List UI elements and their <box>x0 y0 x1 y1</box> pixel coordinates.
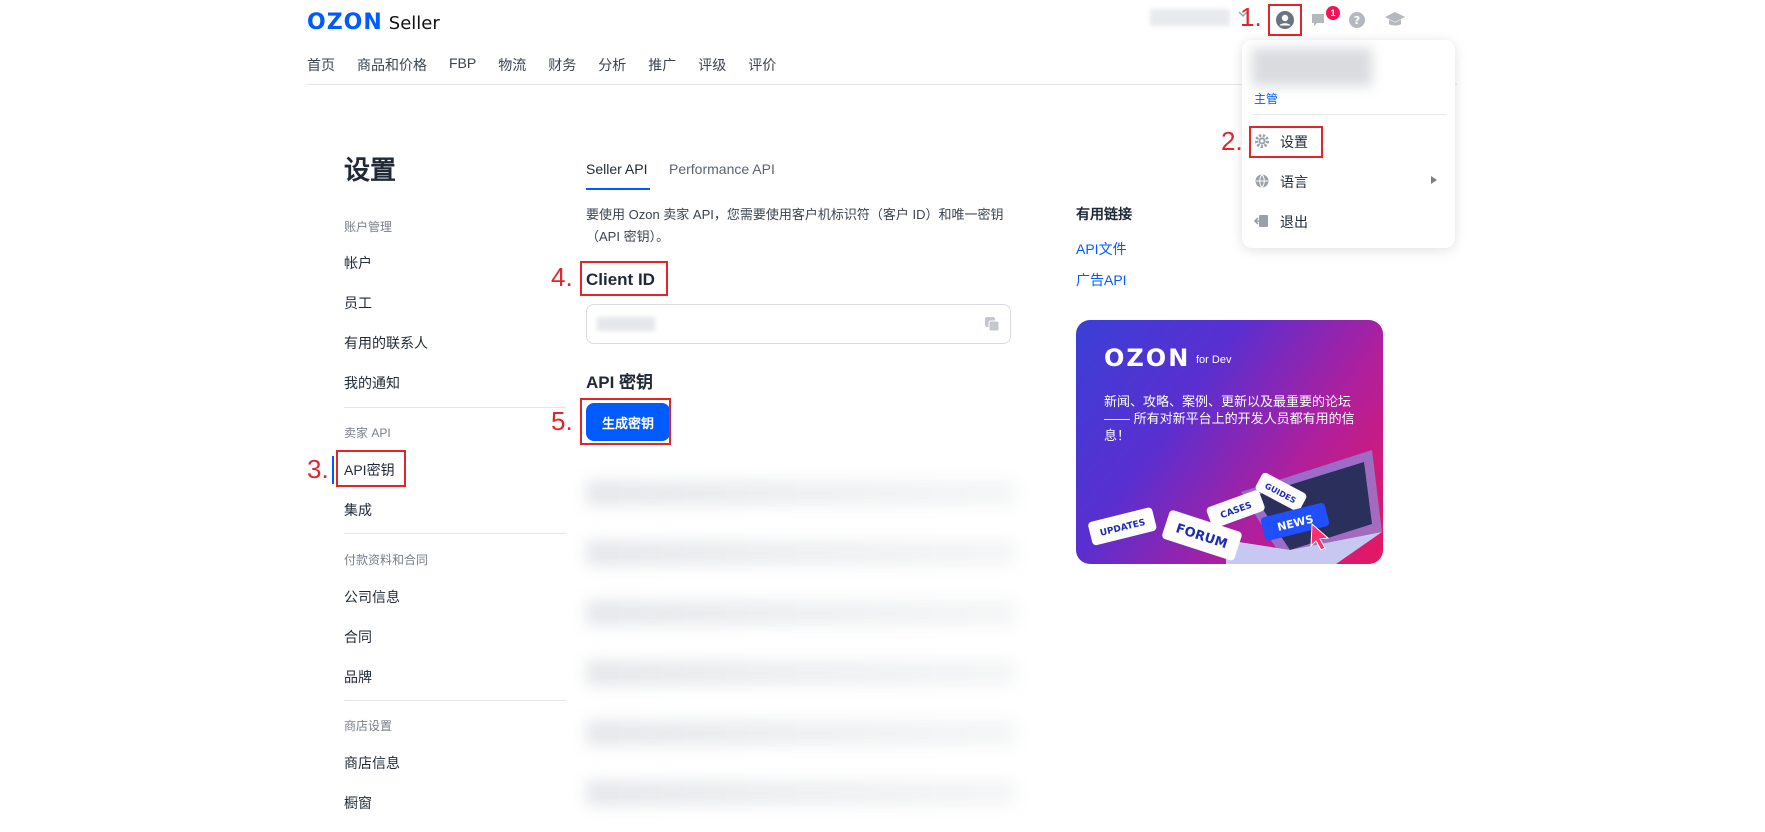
annotation-number-3: 3. <box>307 454 329 484</box>
blurred-key-row <box>586 540 1016 566</box>
blurred-key-row <box>586 600 1016 626</box>
annotation-box-1 <box>1268 4 1302 36</box>
sidebar-group-store: 商店设置 <box>344 719 393 733</box>
annotation-number-5: 5. <box>551 406 573 436</box>
logo-brand: OZON <box>307 10 383 35</box>
nav-promotion[interactable]: 推广 <box>648 55 676 75</box>
sidebar-divider <box>344 700 566 701</box>
menu-item-logout-label: 退出 <box>1280 214 1308 230</box>
sidebar-item-store-info[interactable]: 商店信息 <box>344 753 400 773</box>
annotation-box-2 <box>1249 126 1323 158</box>
tab-active-underline <box>586 188 650 190</box>
sidebar-group-seller-api: 卖家 API <box>344 426 391 440</box>
account-name-blurred[interactable] <box>1150 9 1230 26</box>
copy-icon[interactable] <box>984 316 1000 337</box>
annotation-box-5 <box>580 398 671 445</box>
menu-item-language-label: 语言 <box>1280 174 1308 190</box>
client-id-value-blurred <box>597 317 655 331</box>
useful-links-title: 有用链接 <box>1076 206 1132 222</box>
client-id-field[interactable] <box>586 304 1011 344</box>
blurred-key-row <box>586 480 1016 506</box>
sidebar-item-brands[interactable]: 品牌 <box>344 667 372 687</box>
svg-text:?: ? <box>1354 14 1360 27</box>
sidebar-divider <box>344 407 566 408</box>
annotation-number-1: 1. <box>1240 2 1262 32</box>
nav-analytics[interactable]: 分析 <box>598 55 626 75</box>
nav-rating[interactable]: 评级 <box>698 55 726 75</box>
promo-illustration: UPDATES FORUM CASES GUIDES NEWS <box>1088 450 1382 564</box>
annotation-number-2: 2. <box>1221 126 1243 156</box>
annotation-box-3 <box>336 450 406 487</box>
sidebar-item-account[interactable]: 帐户 <box>344 253 372 273</box>
annotation-box-4 <box>580 261 668 296</box>
sidebar-item-notifications[interactable]: 我的通知 <box>344 373 400 393</box>
sidebar-group-payment: 付款资料和合同 <box>344 553 429 567</box>
sidebar-item-contracts[interactable]: 合同 <box>344 627 372 647</box>
notification-badge: 1 <box>1326 6 1340 20</box>
nav-home[interactable]: 首页 <box>307 55 335 75</box>
sidebar-item-integrations[interactable]: 集成 <box>344 500 372 520</box>
dropdown-divider <box>1252 114 1446 115</box>
nav-fbp[interactable]: FBP <box>449 55 476 75</box>
annotation-number-4: 4. <box>551 262 573 292</box>
logo-product: Seller <box>388 13 440 34</box>
nav-logistics[interactable]: 物流 <box>498 55 526 75</box>
tab-seller-api[interactable]: Seller API <box>586 161 647 177</box>
sidebar-item-employees[interactable]: 员工 <box>344 293 372 313</box>
sidebar-divider <box>344 533 566 534</box>
menu-item-logout[interactable]: 退出 <box>1253 212 1308 232</box>
logout-icon <box>1253 213 1270 232</box>
menu-item-language[interactable]: 语言 <box>1254 172 1308 192</box>
blurred-key-row <box>586 660 1016 686</box>
account-info-blurred <box>1252 48 1372 86</box>
promo-logo: OZON <box>1104 344 1191 372</box>
api-key-heading: API 密钥 <box>586 373 654 392</box>
blurred-key-row <box>586 780 1016 806</box>
promo-subtitle: for Dev <box>1196 354 1232 366</box>
sidebar-active-indicator <box>332 456 334 484</box>
sidebar-item-useful-contacts[interactable]: 有用的联系人 <box>344 333 428 353</box>
intro-text: 要使用 Ozon 卖家 API，您需要使用客户机标识符（客户 ID）和唯一密钥（… <box>586 207 1004 244</box>
logo[interactable]: OZON Seller <box>307 10 440 35</box>
blurred-key-row <box>586 720 1016 746</box>
nav-finance[interactable]: 财务 <box>548 55 576 75</box>
link-api-docs[interactable]: API文件 <box>1076 239 1127 259</box>
account-role[interactable]: 主管 <box>1254 90 1278 107</box>
sidebar-item-showcase[interactable]: 橱窗 <box>344 793 372 813</box>
help-icon[interactable]: ? <box>1346 9 1368 31</box>
tab-performance-api[interactable]: Performance API <box>669 161 775 177</box>
sidebar-item-company-info[interactable]: 公司信息 <box>344 587 400 607</box>
sidebar-group-account: 账户管理 <box>344 220 393 234</box>
submenu-arrow-icon <box>1431 176 1437 186</box>
globe-icon <box>1254 173 1270 192</box>
page-title: 设置 <box>344 155 397 185</box>
ozon-for-dev-banner[interactable]: OZON for Dev 新闻、攻略、案例、更新以及最重要的论坛—— 所有对新平… <box>1076 320 1383 564</box>
nav-reviews[interactable]: 评价 <box>748 55 776 75</box>
nav-products[interactable]: 商品和价格 <box>357 55 427 75</box>
promo-text: 新闻、攻略、案例、更新以及最重要的论坛—— 所有对新平台上的开发人员都有用的信息… <box>1104 394 1355 443</box>
graduation-cap-icon[interactable] <box>1384 9 1406 31</box>
top-nav: 首页 商品和价格 FBP 物流 财务 分析 推广 评级 评价 <box>307 55 776 75</box>
link-ads-api[interactable]: 广告API <box>1076 270 1127 290</box>
